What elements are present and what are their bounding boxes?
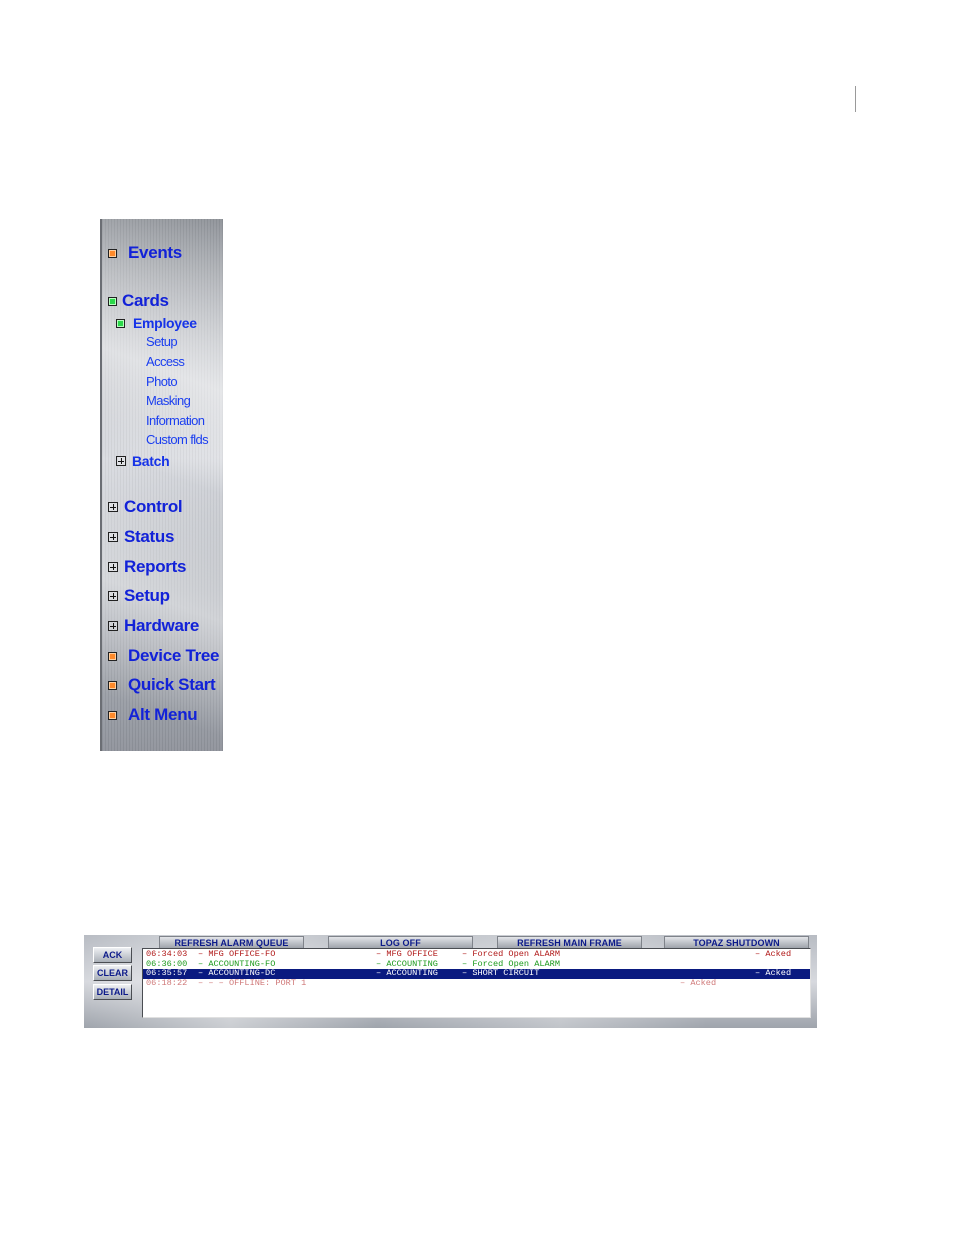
nav-label-setup: Setup <box>124 586 170 605</box>
alarm-monitor-panel: REFRESH ALARM QUEUE LOG OFF REFRESH MAIN… <box>84 935 817 1028</box>
green-bullet-icon <box>108 296 117 306</box>
nav-label-employee: Employee <box>133 315 197 331</box>
expand-plus-icon <box>108 532 118 542</box>
nav-item-events[interactable]: Events <box>108 243 182 263</box>
orange-bullet-icon <box>108 680 117 690</box>
expand-plus-icon <box>108 621 118 631</box>
nav-label-events: Events <box>128 243 182 262</box>
nav-label-status: Status <box>124 527 175 546</box>
alarm-status: – Acked <box>755 968 792 978</box>
nav-label-batch: Batch <box>132 453 170 469</box>
alarm-point: – – – OFFLINE: PORT 1 <box>198 977 307 988</box>
nav-item-cards[interactable]: Cards <box>108 291 169 311</box>
orange-bullet-icon <box>108 710 117 720</box>
alarm-event: – SHORT CIRCUIT <box>462 968 540 978</box>
expand-plus-icon <box>108 562 118 572</box>
alarm-list[interactable]: 06:34:03 – MFG OFFICE-FO – MFG OFFICE – … <box>142 948 811 1018</box>
nav-link-setup[interactable]: Setup <box>146 334 178 349</box>
nav-link-masking[interactable]: Masking <box>146 393 191 408</box>
nav-item-batch[interactable]: Batch <box>116 453 170 469</box>
expand-plus-icon <box>108 591 118 601</box>
nav-label-cards: Cards <box>122 291 169 310</box>
orange-bullet-icon <box>108 651 117 661</box>
nav-label-alt-menu: Alt Menu <box>128 705 198 724</box>
alarm-area: – ACCOUNTING <box>376 968 438 978</box>
detail-button[interactable]: DETAIL <box>93 984 132 1000</box>
nav-link-access[interactable]: Access <box>146 354 185 369</box>
clear-button[interactable]: CLEAR <box>93 965 132 981</box>
nav-item-employee[interactable]: Employee <box>116 315 197 331</box>
nav-label-control: Control <box>124 497 183 516</box>
nav-item-device-tree[interactable]: Device Tree <box>108 646 220 666</box>
nav-label-hardware: Hardware <box>124 616 200 635</box>
nav-item-control[interactable]: Control <box>108 497 183 517</box>
orange-bullet-icon <box>108 248 117 258</box>
alarm-row[interactable]: 06:18:22 – – – OFFLINE: PORT 1 – Acked <box>143 977 810 989</box>
nav-link-custom-flds[interactable]: Custom flds <box>146 432 209 447</box>
nav-item-quick-start[interactable]: Quick Start <box>108 675 216 695</box>
navigation-panel: Events Cards Employee Setup Access Photo… <box>100 219 223 751</box>
nav-link-information[interactable]: Information <box>146 413 205 428</box>
nav-link-photo[interactable]: Photo <box>146 374 178 389</box>
alarm-status: – Acked <box>755 949 792 959</box>
expand-plus-icon <box>116 456 126 466</box>
nav-item-hardware[interactable]: Hardware <box>108 616 199 636</box>
nav-label-reports: Reports <box>124 557 187 576</box>
nav-item-setup[interactable]: Setup <box>108 586 170 606</box>
nav-label-quick-start: Quick Start <box>128 675 216 694</box>
nav-label-device-tree: Device Tree <box>128 646 220 665</box>
green-bullet-icon <box>116 318 125 328</box>
expand-plus-icon <box>108 502 118 512</box>
nav-item-reports[interactable]: Reports <box>108 557 186 577</box>
alarm-status: – Acked <box>680 977 717 988</box>
ack-button[interactable]: ACK <box>93 947 132 963</box>
page-margin-rule <box>855 86 856 112</box>
nav-item-status[interactable]: Status <box>108 527 174 547</box>
alarm-time: 06:18:22 <box>146 977 188 988</box>
nav-item-alt-menu[interactable]: Alt Menu <box>108 705 198 725</box>
